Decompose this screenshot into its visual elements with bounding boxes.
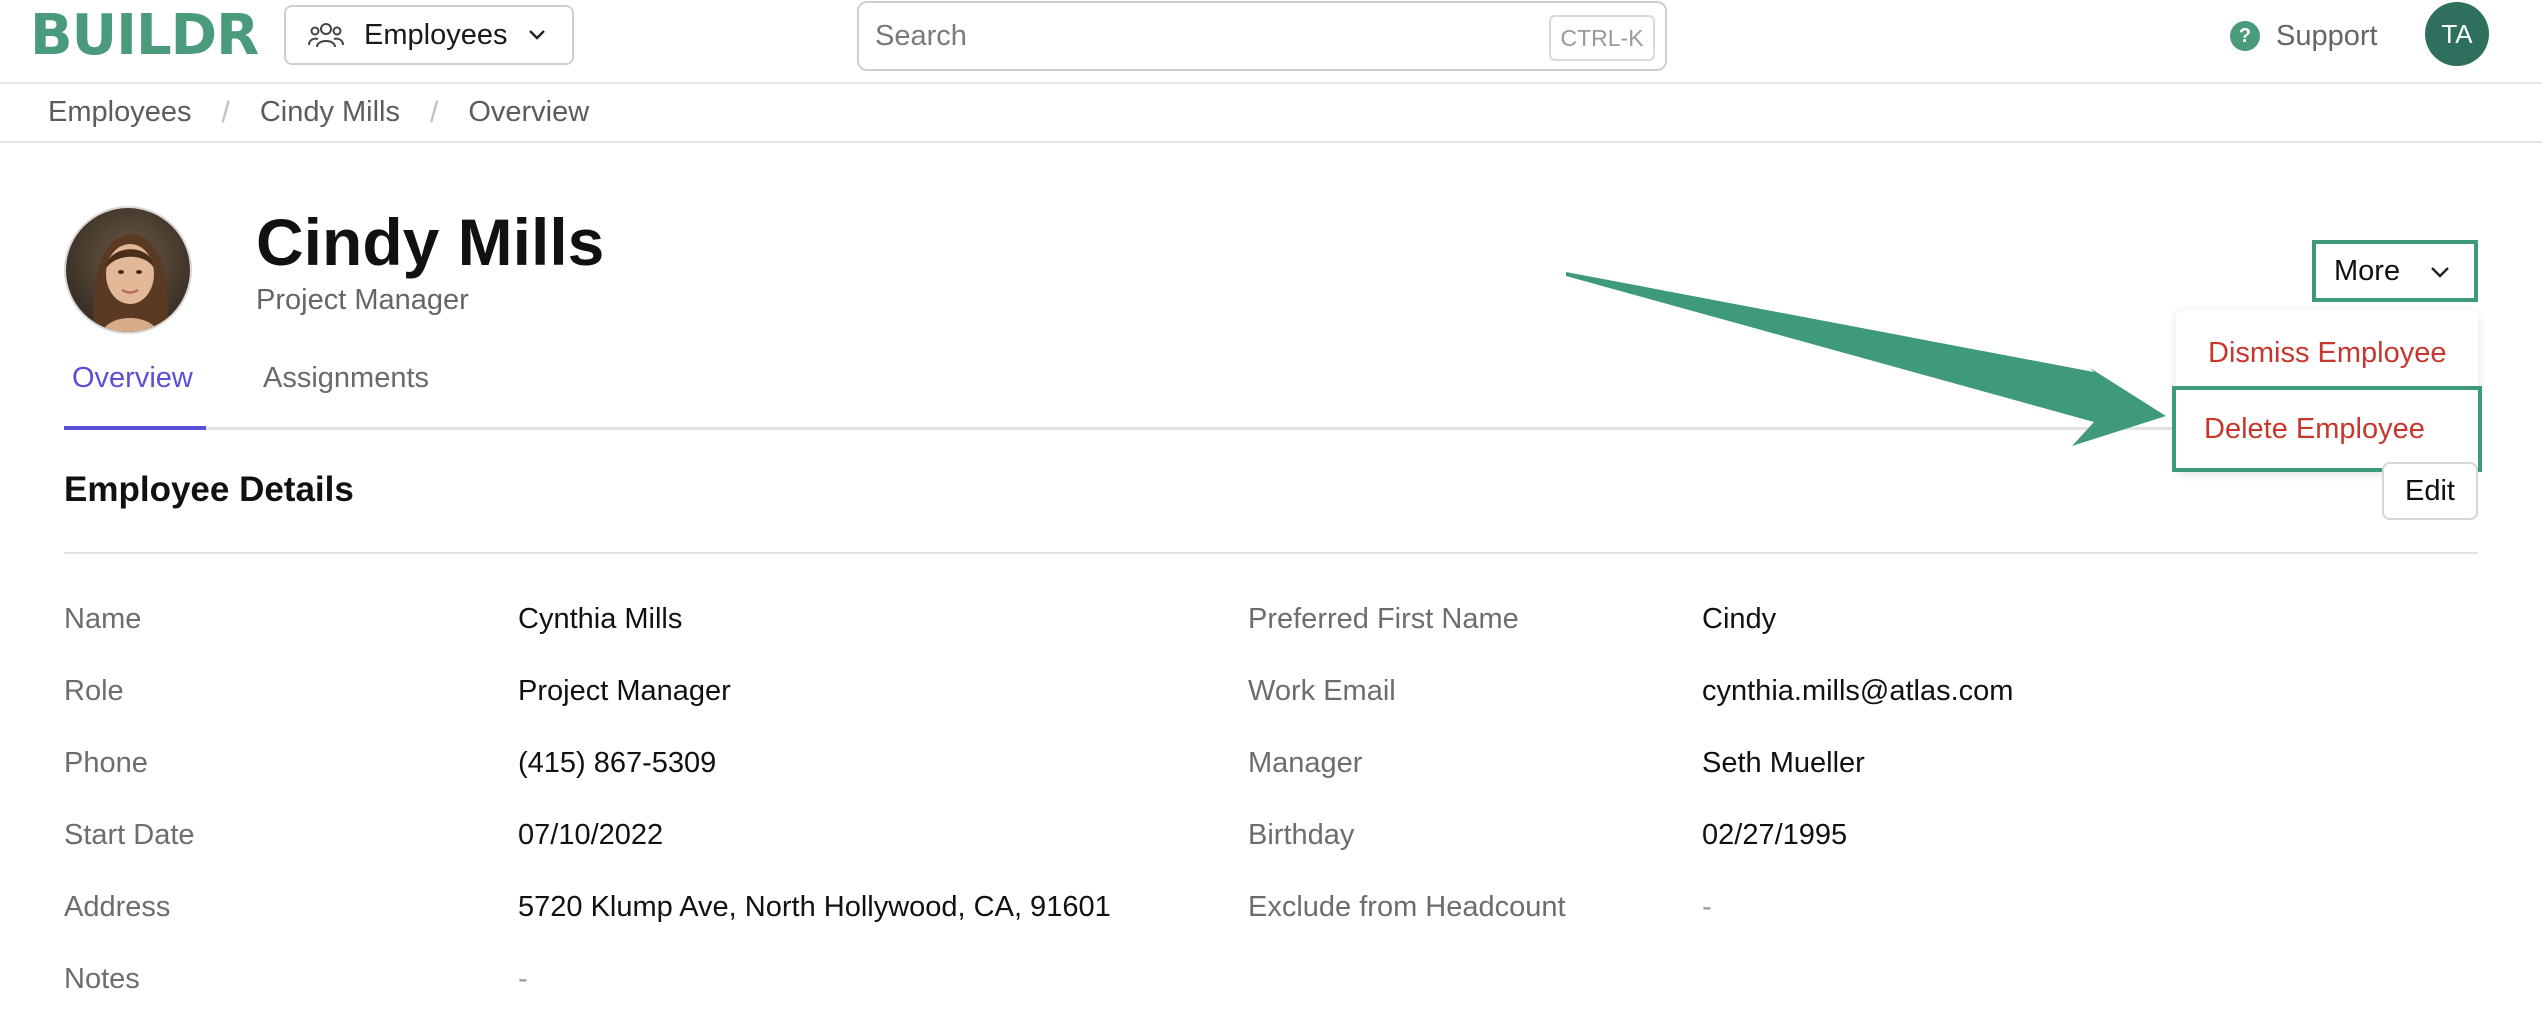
- delete-employee-menu-item[interactable]: Delete Employee: [2172, 386, 2482, 472]
- field-label-work-email: Work Email: [1248, 675, 1396, 707]
- user-avatar[interactable]: TA: [2425, 2, 2489, 66]
- field-label-start-date: Start Date: [64, 819, 195, 851]
- field-label-address: Address: [64, 891, 171, 923]
- field-value-preferred-first-name: Cindy: [1702, 603, 1777, 635]
- field-value-phone: (415) 867-5309: [518, 747, 717, 779]
- support-label: Support: [2276, 19, 2378, 52]
- breadcrumb-employees[interactable]: Employees: [48, 96, 191, 129]
- employee-details-heading: Employee Details: [64, 470, 354, 509]
- module-selector-label: Employees: [364, 18, 508, 51]
- more-actions-label: More: [2334, 254, 2401, 287]
- field-label-birthday: Birthday: [1248, 819, 1355, 851]
- profile-tabs: Overview Assignments: [64, 354, 2478, 430]
- support-link[interactable]: ? Support: [2230, 16, 2378, 56]
- field-value-notes: -: [518, 963, 528, 995]
- employee-title: Project Manager: [256, 284, 469, 316]
- field-value-exclude-from-headcount: -: [1702, 891, 1712, 923]
- field-label-exclude-from-headcount: Exclude from Headcount: [1248, 891, 1566, 923]
- tab-overview[interactable]: Overview: [64, 354, 206, 430]
- breadcrumb-separator: /: [221, 95, 230, 129]
- field-value-manager: Seth Mueller: [1702, 747, 1865, 779]
- search-bar[interactable]: CTRL-K: [857, 1, 1667, 71]
- search-input[interactable]: [875, 19, 1475, 53]
- people-icon: [308, 23, 344, 48]
- help-circle-icon: ?: [2230, 21, 2260, 51]
- field-label-notes: Notes: [64, 963, 140, 995]
- more-actions-button[interactable]: More: [2312, 240, 2478, 302]
- chevron-down-icon: [2431, 267, 2449, 278]
- field-value-birthday: 02/27/1995: [1702, 819, 1848, 851]
- employee-photo: [64, 206, 192, 334]
- field-label-preferred-first-name: Preferred First Name: [1248, 603, 1519, 635]
- field-value-start-date: 07/10/2022: [518, 819, 664, 851]
- field-label-manager: Manager: [1248, 747, 1363, 779]
- field-label-role: Role: [64, 675, 124, 707]
- module-selector[interactable]: Employees: [284, 5, 574, 65]
- breadcrumb-overview[interactable]: Overview: [468, 96, 589, 129]
- more-actions-menu: Dismiss Employee Delete Employee: [2172, 310, 2482, 472]
- section-divider: [64, 552, 2478, 554]
- keyboard-shortcut-badge: CTRL-K: [1549, 15, 1655, 61]
- dismiss-employee-menu-item[interactable]: Dismiss Employee: [2176, 318, 2478, 388]
- top-navigation-bar: BUILDR Employees CTRL-K ? Support TA: [0, 0, 2542, 84]
- breadcrumb-separator: /: [430, 95, 439, 129]
- field-value-work-email: cynthia.mills@atlas.com: [1702, 675, 2014, 707]
- buildr-logo[interactable]: BUILDR: [30, 6, 259, 66]
- field-label-name: Name: [64, 603, 142, 635]
- field-label-phone: Phone: [64, 747, 148, 779]
- employee-name: Cindy Mills: [256, 205, 605, 279]
- breadcrumb-employee-name[interactable]: Cindy Mills: [260, 96, 400, 129]
- field-value-role: Project Manager: [518, 675, 731, 707]
- field-value-name: Cynthia Mills: [518, 603, 683, 635]
- tab-assignments[interactable]: Assignments: [263, 354, 463, 430]
- annotation-arrow-icon: [1566, 272, 2166, 446]
- breadcrumb: Employees / Cindy Mills / Overview: [0, 84, 2542, 143]
- field-value-address: 5720 Klump Ave, North Hollywood, CA, 916…: [518, 891, 1111, 923]
- edit-details-button[interactable]: Edit: [2382, 462, 2478, 520]
- chevron-down-icon: [529, 30, 545, 40]
